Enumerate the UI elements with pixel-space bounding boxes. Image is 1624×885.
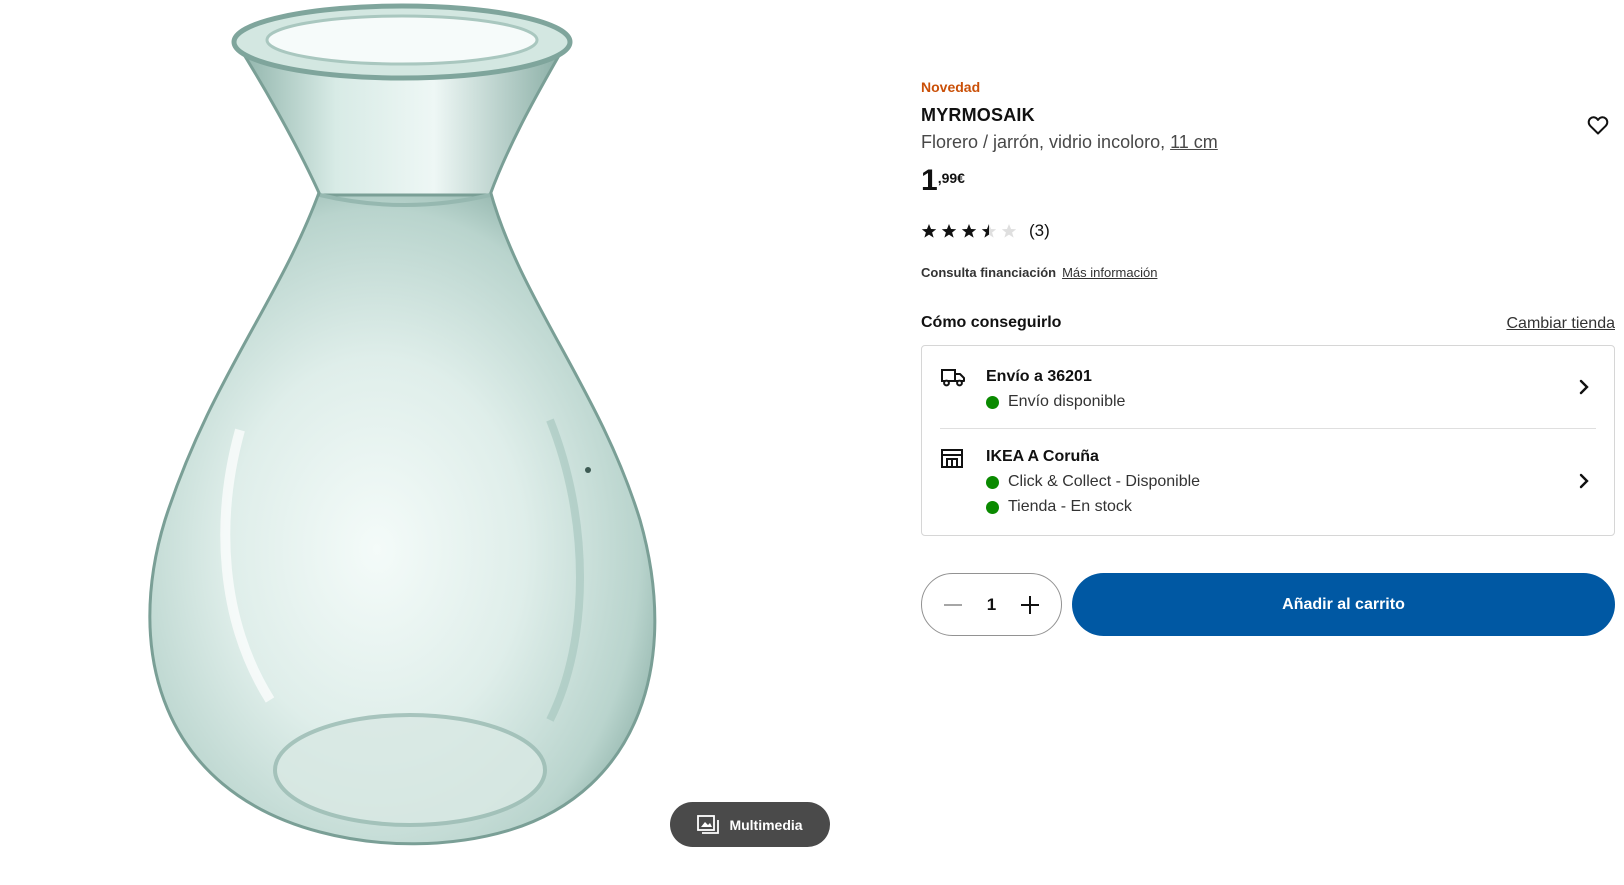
minus-icon: [944, 603, 962, 606]
quantity-stepper: 1: [921, 573, 1062, 636]
financing-row: Consulta financiación Más información: [921, 265, 1157, 280]
store-icon: [941, 449, 963, 468]
delivery-status: Envío disponible: [986, 393, 1125, 411]
star-icon: [961, 224, 977, 238]
product-measure-link[interactable]: 11 cm: [1170, 132, 1218, 152]
rating-stars: [921, 223, 1017, 239]
product-description: Florero / jarrón, vidrio incoloro, 11 cm: [921, 132, 1218, 153]
increase-button[interactable]: [1019, 594, 1041, 616]
product-name: MYRMOSAIK: [921, 105, 1035, 125]
product-image[interactable]: [120, 0, 680, 860]
status-dot: [986, 395, 999, 409]
store-row[interactable]: IKEA A Coruña Click & Collect - Disponib…: [922, 428, 1614, 536]
store-title: IKEA A Coruña: [986, 448, 1099, 465]
rating[interactable]: (3): [921, 221, 1050, 241]
star-icon: [981, 224, 997, 238]
price-decimal: ,99€: [937, 170, 965, 186]
gallery-icon: [697, 814, 720, 834]
star-icon: [1001, 224, 1017, 238]
rating-count: (3): [1029, 221, 1050, 240]
star-icon: [941, 224, 957, 238]
multimedia-label: Multimedia: [729, 816, 803, 833]
heart-icon[interactable]: [1586, 113, 1610, 137]
how-to-get-title: Cómo conseguirlo: [921, 314, 1062, 331]
price-integer: 1: [921, 164, 938, 197]
chevron-right-icon: [1579, 473, 1589, 489]
collect-status-text: Click & Collect - Disponible: [1008, 473, 1201, 490]
status-dot: [986, 475, 999, 489]
truck-icon: [941, 369, 965, 387]
status-dot: [986, 500, 999, 514]
collect-status: Click & Collect - Disponible: [986, 473, 1200, 491]
product-description-text: Florero / jarrón, vidrio incoloro,: [921, 132, 1171, 152]
decrease-button[interactable]: [942, 594, 964, 616]
delivery-title: Envío a 36201: [986, 368, 1092, 385]
store-stock-text: Tienda - En stock: [1008, 498, 1132, 515]
multimedia-button[interactable]: Multimedia: [670, 802, 830, 847]
store-stock-status: Tienda - En stock: [986, 498, 1132, 516]
star-icon: [921, 224, 937, 238]
delivery-row[interactable]: Envío a 36201 Envío disponible: [922, 346, 1614, 428]
product-media: Multimedia: [0, 0, 840, 885]
quantity-value[interactable]: 1: [987, 595, 996, 615]
financing-label: Consulta financiación: [921, 265, 1057, 280]
chevron-right-icon: [1579, 379, 1589, 395]
delivery-status-text: Envío disponible: [1008, 393, 1126, 410]
more-info-link[interactable]: Más información: [1062, 265, 1157, 280]
add-to-cart-button[interactable]: Añadir al carrito: [1072, 573, 1615, 636]
availability-box: Envío a 36201 Envío disponible IKEA A Co…: [921, 345, 1615, 536]
product-info: Novedad MYRMOSAIK Florero / jarrón, vidr…: [921, 0, 1615, 885]
price: 1 ,99€: [921, 164, 965, 198]
plus-icon: [1021, 595, 1039, 614]
new-badge: Novedad: [921, 79, 981, 95]
change-store-link[interactable]: Cambiar tienda: [1507, 315, 1616, 333]
